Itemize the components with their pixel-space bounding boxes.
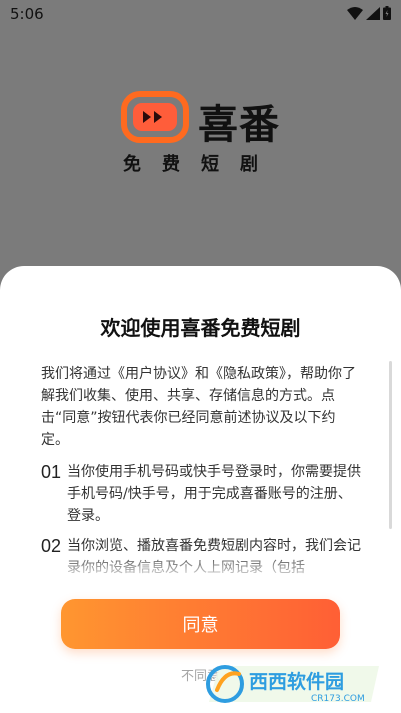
watermark-url: CR173.COM (311, 694, 365, 704)
agree-button[interactable]: 同意 (61, 599, 340, 649)
watermark-title: 西西软件园 (249, 670, 344, 693)
intro-text: 我们将通过《用户协议》和《隐私政策》，帮助你了解我们收集、使用、共享、存储信息的… (41, 366, 356, 448)
status-bar: 5:06 (0, 0, 401, 28)
watermark-logo: 西西软件园 CR173.COM (206, 665, 379, 704)
status-icons (347, 6, 391, 20)
item-text: 当你使用手机号码或快手号登录时，你需要提供手机号码/快手号，用于完成喜番账号的注… (67, 464, 361, 524)
scrollbar[interactable] (389, 361, 392, 529)
wifi-icon (347, 6, 363, 20)
consent-dialog: 欢迎使用喜番免费短剧 我们将通过《用户协议》和《隐私政策》，帮助你了解我们收集、… (0, 266, 401, 713)
play-logo-icon (121, 91, 189, 143)
list-item: 01 当你使用手机号码或快手号登录时，你需要提供手机号码/快手号，用于完成喜番账… (41, 461, 361, 527)
content-fade (30, 552, 370, 582)
item-number: 01 (41, 462, 62, 482)
brand-name: 喜番 (198, 102, 280, 148)
dialog-content[interactable]: 我们将通过《用户协议》和《隐私政策》，帮助你了解我们收集、使用、共享、存储信息的… (41, 363, 361, 581)
cellular-signal-icon (366, 6, 380, 20)
status-time: 5:06 (10, 5, 44, 23)
dialog-title: 欢迎使用喜番免费短剧 (100, 316, 301, 340)
brand-subtitle: 免费短剧 (123, 154, 279, 175)
battery-icon (383, 6, 391, 20)
app-logo: 喜番 免费短剧 (0, 88, 401, 178)
